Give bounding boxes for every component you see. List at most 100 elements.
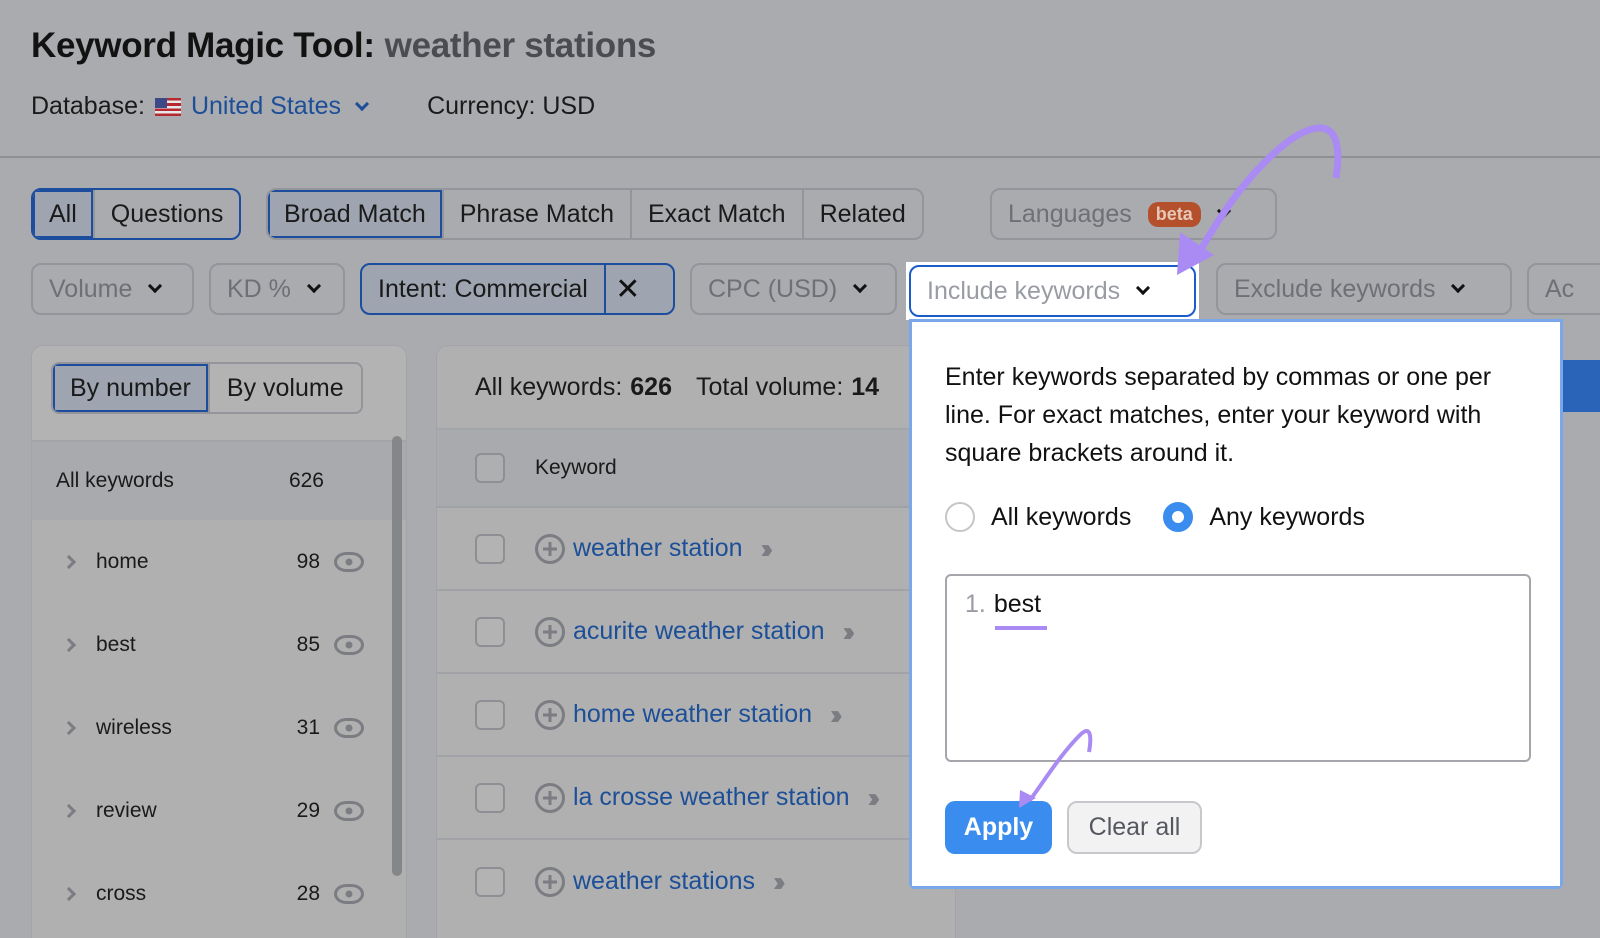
groups-scrollbar[interactable] [392,436,402,876]
eye-icon[interactable] [334,717,364,738]
advanced-filters-dropdown[interactable]: Ac [1527,263,1600,315]
total-volume-value: 14 [851,372,880,401]
keyword-link[interactable]: la crosse weather station [573,783,850,812]
page-title: Keyword Magic Tool: weather stations [31,26,656,66]
group-name: cross [96,881,147,905]
double-chevron-right-icon[interactable]: ›› [843,616,855,648]
double-chevron-right-icon[interactable]: ›› [868,782,880,814]
eye-icon[interactable] [334,551,364,572]
double-chevron-right-icon[interactable]: ›› [773,866,785,898]
any-keywords-radio[interactable] [1163,502,1194,532]
exclude-keywords-dropdown[interactable]: Exclude keywords [1216,263,1512,315]
tab-all[interactable]: All [33,190,95,238]
group-name: home [96,549,149,573]
by-number-button[interactable]: By number [53,364,210,412]
add-to-list-icon[interactable] [535,533,565,564]
chevron-down-icon [354,96,370,111]
tab-phrase-match[interactable]: Phrase Match [444,190,632,238]
keyword-link[interactable]: weather stations [573,867,755,896]
group-count: 85 [296,632,320,656]
any-keywords-option[interactable]: Any keywords [1163,502,1365,532]
all-keywords-option-label: All keywords [991,502,1132,531]
group-item[interactable]: review 29 [32,769,406,852]
tab-broad-match[interactable]: Broad Match [268,190,444,238]
double-chevron-right-icon[interactable]: ›› [830,699,842,731]
row-checkbox[interactable] [475,616,505,647]
chevron-down-icon [148,278,163,294]
all-keywords-summary-count: 626 [630,372,672,401]
keywords-summary: All keywords: 626 Total volume: 14 [437,346,955,430]
kd-filter[interactable]: KD % [209,263,345,315]
all-keywords-group[interactable]: All keywords 626 [32,442,406,520]
by-volume-button[interactable]: By volume [210,364,361,412]
popup-body: Enter keywords separated by commas or on… [912,322,1560,886]
volume-filter-label: Volume [49,274,133,303]
tab-exact-match[interactable]: Exact Match [632,190,804,238]
chevron-right-icon[interactable] [61,886,77,901]
volume-filter[interactable]: Volume [31,263,194,315]
group-name: review [96,798,157,822]
partial-button[interactable] [1558,360,1600,412]
chevron-down-icon [306,278,321,294]
row-checkbox[interactable] [475,699,505,730]
include-keywords-popup: Enter keywords separated by commas or on… [909,319,1563,889]
groups-sort-toggle: By number By volume [51,362,363,414]
column-header-keyword[interactable]: Keyword [535,456,617,480]
group-count: 98 [296,549,320,573]
double-chevron-right-icon[interactable]: ›› [761,533,773,565]
include-keywords-wrapper: Include keywords [906,262,1199,320]
include-keywords-label: Include keywords [927,276,1121,305]
keyword-link[interactable]: acurite weather station [573,617,825,646]
chevron-right-icon[interactable] [61,554,77,569]
database-selector[interactable]: United States [190,92,370,121]
languages-label: Languages [1008,199,1132,228]
group-item[interactable]: best 85 [32,603,406,686]
tool-name: Keyword Magic Tool: [31,26,375,65]
cpc-filter-label: CPC (USD) [708,274,838,303]
chevron-right-icon[interactable] [61,637,77,652]
group-item[interactable]: cross 28 [32,852,406,935]
keyword-link[interactable]: weather station [573,534,743,563]
intent-clear-button[interactable]: ✕ [603,265,650,313]
popup-description: Enter keywords separated by commas or on… [945,363,1492,467]
intent-filter-label: Intent: Commercial [378,274,588,303]
tab-questions[interactable]: Questions [95,190,240,238]
group-item[interactable]: home 98 [32,520,406,603]
table-row: weather stations ›› [437,840,955,923]
apply-button[interactable]: Apply [945,801,1052,854]
row-checkbox[interactable] [475,533,505,564]
all-keywords-label: All keywords [56,469,174,492]
add-to-list-icon[interactable] [535,616,565,647]
clear-all-button[interactable]: Clear all [1067,801,1202,854]
add-to-list-icon[interactable] [535,866,565,897]
keywords-textarea[interactable]: 1. best [945,574,1531,762]
match-mode-radio-group: All keywords Any keywords [945,502,1397,532]
group-item[interactable]: wireless 31 [32,686,406,769]
header-divider [0,156,1600,158]
keyword-link[interactable]: home weather station [573,700,812,729]
database-value: United States [190,92,342,120]
search-query: weather stations [384,26,657,65]
include-keywords-dropdown[interactable]: Include keywords [909,265,1196,317]
table-row: la crosse weather station ›› [437,757,955,840]
add-to-list-icon[interactable] [535,782,565,813]
eye-icon[interactable] [334,883,364,904]
eye-icon[interactable] [334,634,364,655]
row-checkbox[interactable] [475,866,505,897]
all-keywords-radio[interactable] [945,502,975,532]
eye-icon[interactable] [334,800,364,821]
tab-related[interactable]: Related [804,190,922,238]
row-checkbox[interactable] [475,782,505,813]
exclude-keywords-label: Exclude keywords [1234,274,1436,303]
all-keywords-option[interactable]: All keywords [945,502,1131,532]
chevron-right-icon[interactable] [61,803,77,818]
select-all-checkbox[interactable] [475,453,505,483]
add-to-list-icon[interactable] [535,699,565,730]
languages-dropdown[interactable]: Languages beta [990,188,1277,240]
chevron-right-icon[interactable] [61,720,77,735]
intent-filter[interactable]: Intent: Commercial ✕ [360,263,675,315]
chevron-down-icon [1136,280,1151,296]
keyword-groups-panel: By number By volume All keywords 626 hom… [31,345,407,938]
cpc-filter[interactable]: CPC (USD) [690,263,897,315]
currency-label: Currency: USD [427,92,596,120]
